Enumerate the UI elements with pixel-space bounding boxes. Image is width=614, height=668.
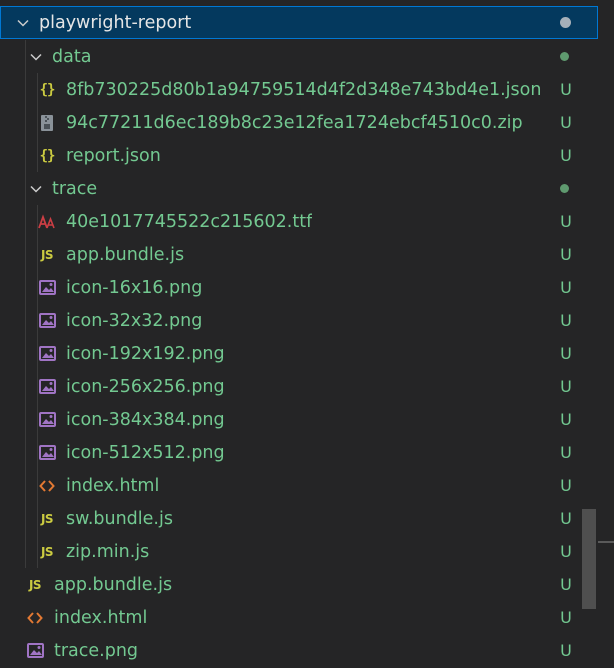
- image-icon: [26, 642, 44, 660]
- file-item[interactable]: index.html U: [0, 469, 598, 502]
- file-item[interactable]: icon-256x256.png U: [0, 370, 598, 403]
- scrollbar-thumb[interactable]: [582, 509, 596, 609]
- git-status-badge: U: [560, 278, 572, 297]
- git-status-badge: U: [560, 146, 572, 165]
- html-icon: [38, 477, 56, 495]
- file-explorer-tree: playwright-report data {} 8fb730225d80b1a…: [0, 0, 614, 668]
- folder-label: trace: [52, 178, 98, 199]
- file-item[interactable]: icon-512x512.png U: [0, 436, 598, 469]
- git-status-badge: U: [560, 80, 572, 99]
- file-item[interactable]: icon-32x32.png U: [0, 304, 598, 337]
- file-item[interactable]: icon-16x16.png U: [0, 271, 598, 304]
- json-braces-icon: {}: [39, 81, 56, 98]
- folder-label: data: [52, 46, 92, 67]
- file-item[interactable]: trace.png U: [0, 634, 598, 667]
- file-item[interactable]: icon-384x384.png U: [0, 403, 598, 436]
- file-item[interactable]: JS app.bundle.js U: [0, 238, 598, 271]
- git-status-badge: U: [560, 212, 572, 231]
- git-status-badge: U: [560, 509, 572, 528]
- file-name: app.bundle.js: [54, 574, 173, 595]
- file-item[interactable]: 40e1017745522c215602.ttf U: [0, 205, 598, 238]
- file-name: 94c77211d6ec189b8c23e12fea1724ebcf4510c0…: [66, 112, 523, 133]
- file-item[interactable]: JS sw.bundle.js U: [0, 502, 598, 535]
- file-item[interactable]: {} report.json U: [0, 139, 598, 172]
- folder-playwright-report[interactable]: playwright-report: [0, 6, 598, 39]
- file-name: app.bundle.js: [66, 244, 185, 265]
- file-name: index.html: [66, 475, 160, 496]
- file-item[interactable]: 94c77211d6ec189b8c23e12fea1724ebcf4510c0…: [0, 106, 598, 139]
- git-status-badge: U: [560, 575, 572, 594]
- git-status-badge: U: [560, 344, 572, 363]
- untracked-dot-icon: [560, 184, 569, 193]
- git-status-badge: U: [560, 245, 572, 264]
- folder-label: playwright-report: [39, 12, 192, 33]
- scrollbar-track[interactable]: [598, 0, 614, 668]
- folder-data[interactable]: data: [0, 40, 598, 73]
- image-icon: [38, 312, 56, 330]
- folder-trace[interactable]: trace: [0, 172, 598, 205]
- file-item[interactable]: JS app.bundle.js U: [0, 568, 598, 601]
- file-name: index.html: [54, 607, 148, 628]
- git-status-badge: U: [560, 311, 572, 330]
- untracked-dot-icon: [560, 52, 569, 61]
- js-icon: JS: [40, 511, 54, 526]
- scrollbar-marker: [598, 541, 614, 543]
- file-name: trace.png: [54, 640, 139, 661]
- file-name: icon-512x512.png: [66, 442, 225, 463]
- html-icon: [26, 609, 44, 627]
- git-status-badge: U: [560, 542, 572, 561]
- chevron-down-icon[interactable]: [28, 49, 44, 65]
- file-item[interactable]: {} 8fb730225d80b1a94759514d4f2d348e743bd4…: [0, 73, 598, 106]
- image-icon: [38, 411, 56, 429]
- git-status-badge: U: [560, 113, 572, 132]
- file-name: icon-32x32.png: [66, 310, 203, 331]
- file-item[interactable]: index.html U: [0, 601, 598, 634]
- js-icon: JS: [40, 247, 54, 262]
- file-name: icon-192x192.png: [66, 343, 225, 364]
- file-name: zip.min.js: [66, 541, 150, 562]
- file-name: report.json: [66, 145, 161, 166]
- image-icon: [38, 279, 56, 297]
- git-status-badge: U: [560, 410, 572, 429]
- git-status-badge: U: [560, 641, 572, 660]
- image-icon: [38, 378, 56, 396]
- git-status-badge: U: [560, 443, 572, 462]
- git-status-badge: U: [560, 377, 572, 396]
- js-icon: JS: [40, 544, 54, 559]
- image-icon: [38, 444, 56, 462]
- image-icon: [38, 345, 56, 363]
- file-name: icon-16x16.png: [66, 277, 203, 298]
- font-icon: [38, 213, 56, 231]
- git-status-badge: U: [560, 608, 572, 627]
- zip-icon: [38, 114, 56, 132]
- git-status-badge: U: [560, 476, 572, 495]
- file-name: sw.bundle.js: [66, 508, 173, 529]
- modified-dot-icon: [560, 17, 571, 28]
- file-name: 40e1017745522c215602.ttf: [66, 211, 313, 232]
- file-name: icon-256x256.png: [66, 376, 225, 397]
- file-name: 8fb730225d80b1a94759514d4f2d348e743bd4e1…: [66, 79, 542, 100]
- chevron-down-icon[interactable]: [28, 181, 44, 197]
- file-name: icon-384x384.png: [66, 409, 225, 430]
- file-item[interactable]: icon-192x192.png U: [0, 337, 598, 370]
- chevron-down-icon[interactable]: [15, 15, 31, 31]
- file-item[interactable]: JS zip.min.js U: [0, 535, 598, 568]
- js-icon: JS: [28, 577, 42, 592]
- json-braces-icon: {}: [39, 147, 56, 164]
